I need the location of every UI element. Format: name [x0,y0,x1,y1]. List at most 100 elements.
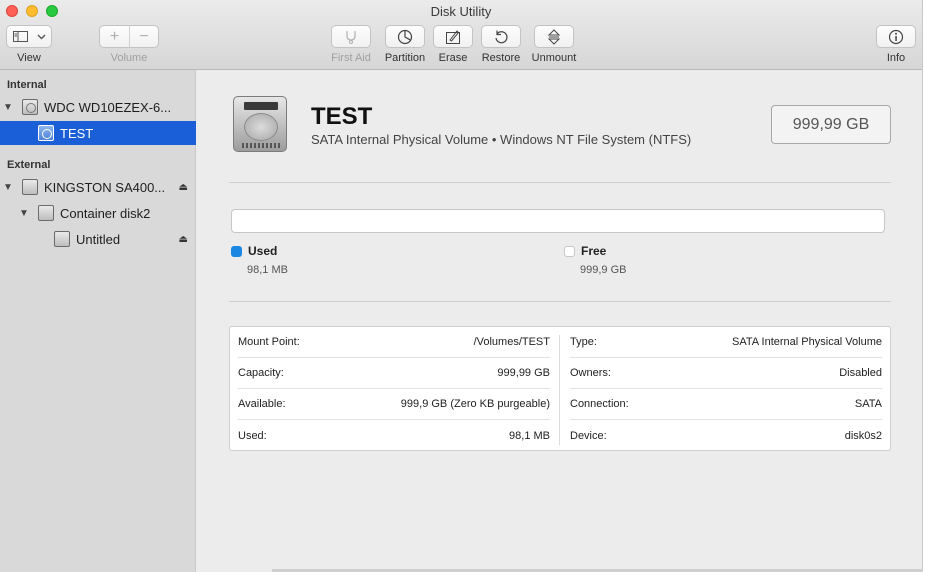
volume-subtitle: SATA Internal Physical Volume • Windows … [311,132,692,147]
disclosure-triangle-icon[interactable]: ▼ [2,182,14,193]
volume-icon [38,125,54,141]
sidebar: Internal ▼ WDC WD10EZEX-6... TEST Extern… [0,70,196,572]
eject-icon[interactable]: ⏏ [179,182,188,193]
chevron-down-icon [37,34,45,39]
info-button[interactable] [876,25,916,48]
free-value: 999,9 GB [580,264,627,276]
info-key: Device: [570,429,607,442]
sidebar-item-test-volume[interactable]: TEST [0,121,196,145]
info-column-left: Mount Point: /Volumes/TEST Capacity: 999… [238,327,550,450]
info-key: Mount Point: [238,336,300,348]
add-volume-icon[interactable]: + [100,25,129,48]
info-row-used: Used: 98,1 MB [238,420,550,451]
info-value: 98,1 MB [509,429,550,442]
erase-button[interactable] [433,25,473,48]
unmount-group: Unmount [529,25,579,64]
external-drive-icon [22,179,38,195]
erase-label: Erase [438,52,468,64]
legend-used: Used [231,244,277,258]
toolbar: Disk Utility View + − Volume First Aid P… [0,0,922,70]
info-row-connection: Connection: SATA [570,389,882,420]
pie-chart-icon [397,29,413,44]
external-section-header: External [7,159,51,171]
info-row-owners: Owners: Disabled [570,358,882,389]
sidebar-item-label: KINGSTON SA400... [44,179,166,195]
eject-icon[interactable]: ⏏ [179,234,188,245]
info-row-capacity: Capacity: 999,99 GB [238,358,550,389]
info-value: 999,99 GB [497,367,550,379]
info-column-separator [559,335,560,445]
info-icon [888,29,904,44]
info-value: SATA Internal Physical Volume [732,336,882,348]
used-label: Used [248,244,278,258]
erase-icon [446,29,460,44]
usage-bar [231,209,885,233]
sidebar-icon [12,31,28,42]
info-group: Info [876,25,916,64]
hard-drive-icon [233,96,287,152]
sidebar-item-label: Untitled [76,231,121,247]
disk-utility-window: Disk Utility View + − Volume First Aid P… [0,0,923,572]
disclosure-triangle-icon[interactable]: ▼ [18,208,30,219]
sidebar-item-wdc-drive[interactable]: ▼ WDC WD10EZEX-6... [0,95,196,119]
disclosure-triangle-icon[interactable]: ▼ [2,102,14,113]
restore-label: Restore [481,52,521,64]
view-group: View [6,25,52,64]
legend-free: Free [564,244,606,258]
used-swatch [231,245,242,257]
header-divider [229,182,891,183]
info-value: /Volumes/TEST [473,336,550,348]
info-row-device: Device: disk0s2 [570,420,882,451]
restore-group: Restore [481,25,521,64]
usage-divider [229,301,891,302]
info-key: Owners: [570,367,611,379]
restore-icon [495,30,508,43]
info-label: Info [886,52,906,64]
info-row-mount-point: Mount Point: /Volumes/TEST [238,327,550,358]
info-key: Available: [238,398,286,410]
volume-name: TEST [311,103,373,130]
volume-button[interactable]: + − [99,25,159,48]
volume-group: + − Volume [99,25,159,64]
view-label: View [17,52,41,64]
unmount-label: Unmount [531,52,577,64]
stethoscope-icon [346,30,356,44]
info-column-right: Type: SATA Internal Physical Volume Owne… [570,327,882,450]
free-label: Free [581,244,607,258]
partition-button[interactable] [385,25,425,48]
info-value: disk0s2 [844,429,882,442]
info-key: Used: [238,429,267,442]
first-aid-label: First Aid [331,52,371,64]
volume-size-badge: 999,99 GB [771,105,891,144]
restore-button[interactable] [481,25,521,48]
sidebar-item-kingston-drive[interactable]: ▼ KINGSTON SA400... ⏏ [0,175,196,199]
info-value: Disabled [839,367,882,379]
first-aid-button[interactable] [331,25,371,48]
sidebar-item-untitled[interactable]: Untitled ⏏ [0,227,196,251]
info-value: 999,9 GB (Zero KB purgeable) [400,398,550,410]
main-panel: TEST SATA Internal Physical Volume • Win… [197,70,922,572]
info-key: Capacity: [238,367,284,379]
partition-group: Partition [381,25,429,64]
internal-drive-icon [22,99,38,115]
sidebar-item-label: WDC WD10EZEX-6... [44,99,172,115]
container-icon [38,205,54,221]
sidebar-item-container-disk2[interactable]: ▼ Container disk2 [0,201,196,225]
free-swatch [564,245,575,257]
info-row-available: Available: 999,9 GB (Zero KB purgeable) [238,389,550,420]
remove-volume-icon[interactable]: − [129,25,158,48]
internal-section-header: Internal [7,79,47,91]
erase-group: Erase [433,25,473,64]
unmount-icon [547,28,561,45]
partition-label: Partition [384,52,426,64]
sidebar-item-label: TEST [60,125,94,141]
volume-icon [54,231,70,247]
used-value: 98,1 MB [247,264,288,276]
info-key: Connection: [570,398,629,410]
sidebar-item-label: Container disk2 [60,205,151,221]
volume-label: Volume [110,52,148,64]
unmount-button[interactable] [534,25,574,48]
info-value: SATA [854,398,882,410]
view-button[interactable] [6,25,52,48]
info-row-type: Type: SATA Internal Physical Volume [570,327,882,358]
